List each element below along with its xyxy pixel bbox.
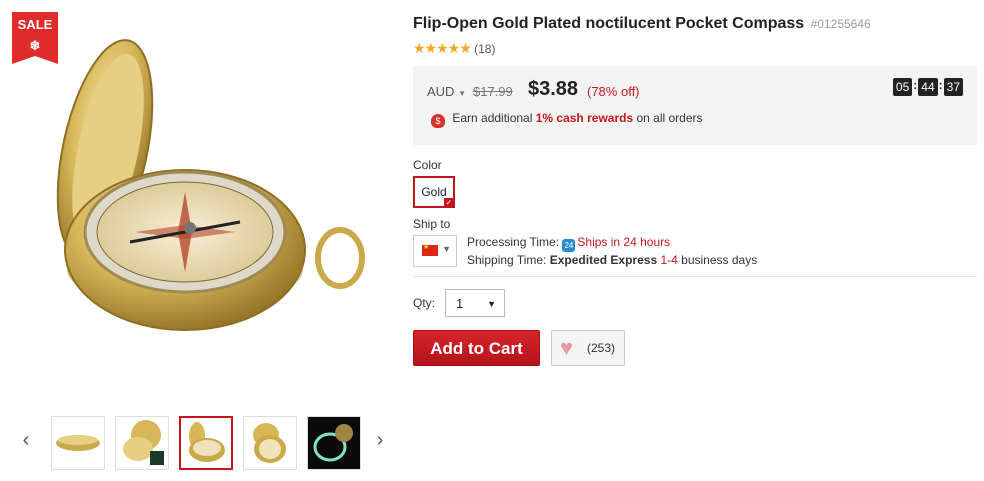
wishlist-count: (253) <box>587 341 616 355</box>
thumbnail-4[interactable] <box>243 416 297 470</box>
shipping-method: Expedited Express <box>549 253 658 267</box>
cash-rewards: $ Earn additional 1% cash rewards on all… <box>431 111 703 128</box>
thumbnail-strip: ‹ › <box>0 410 400 470</box>
caret-down-icon: ▼ <box>458 89 466 98</box>
currency-label: AUD <box>427 84 455 99</box>
processing-time-row: Processing Time: 24 Ships in 24 hours <box>467 234 757 252</box>
cash-text-post: on all orders <box>633 111 703 125</box>
processing-value: Ships in 24 hours <box>577 235 671 249</box>
timer-hours: 05 <box>892 78 913 96</box>
shipping-time-row: Shipping Time: Expedited Express 1-4 bus… <box>467 252 757 268</box>
timer-minutes: 44 <box>918 78 938 96</box>
product-name: Flip-Open Gold Plated noctilucent Pocket… <box>413 15 805 32</box>
snowflake-icon: ❄ <box>29 38 41 53</box>
product-sku: #01255646 <box>810 17 871 31</box>
shipping-info: Processing Time: 24 Ships in 24 hours Shi… <box>467 234 757 268</box>
product-main-image[interactable] <box>10 10 394 350</box>
thumbnail-3[interactable] <box>179 416 233 470</box>
review-count[interactable]: (18) <box>474 42 495 56</box>
chevron-right-icon[interactable]: › <box>372 430 388 450</box>
product-title: Flip-Open Gold Plated noctilucent Pocket… <box>413 15 871 33</box>
shipping-label: Shipping Time: <box>467 253 547 267</box>
money-bag-icon: $ <box>431 114 445 128</box>
timer-seconds: 37 <box>943 78 963 96</box>
ship-to-country-selector[interactable]: ▼ <box>413 235 457 267</box>
ship-to-label: Ship to <box>413 217 451 231</box>
sale-label: SALE <box>17 17 53 32</box>
quantity-select[interactable]: 1 ▼ <box>445 289 505 317</box>
add-to-cart-button[interactable]: Add to Cart <box>413 330 540 366</box>
current-price: $3.88 <box>528 78 579 100</box>
thumbnail-5[interactable] <box>307 416 361 470</box>
divider <box>413 276 977 277</box>
caret-down-icon: ▼ <box>442 244 451 254</box>
currency-selector[interactable]: AUD ▼ <box>427 84 466 99</box>
shipping-suffix: business days <box>677 253 758 267</box>
qty-label: Qty: <box>413 296 436 310</box>
product-gallery: SALE ❄ ‹ › <box>0 0 400 481</box>
chevron-left-icon[interactable]: ‹ <box>18 430 34 450</box>
thumbnail-1[interactable] <box>51 416 105 470</box>
cash-highlight: 1% cash rewards <box>535 111 634 125</box>
caret-down-icon: ▼ <box>487 299 496 309</box>
product-info: Flip-Open Gold Plated noctilucent Pocket… <box>413 0 984 481</box>
thumbnail-2[interactable] <box>115 416 169 470</box>
discount-percent: (78% off) <box>587 84 640 99</box>
star-rating-icon: ★★★★★ <box>413 40 472 56</box>
color-label: Color <box>413 158 442 172</box>
processing-label: Processing Time: <box>467 235 560 249</box>
shipping-days: 1-4 <box>660 253 678 267</box>
sale-badge: SALE ❄ <box>12 12 58 64</box>
heart-icon: ♥ <box>560 335 574 360</box>
quantity-value: 1 <box>456 296 464 311</box>
countdown-timer: 05: 44: 37 <box>892 78 963 96</box>
cash-text-pre: Earn additional <box>452 111 536 125</box>
product-rating[interactable]: ★★★★★ (18) <box>413 40 495 57</box>
original-price: $17.99 <box>473 84 513 99</box>
color-option-gold[interactable]: Gold <box>413 176 455 208</box>
price-box: AUD ▼ $17.99 $3.88 (78% off) 05: 44: 37 … <box>413 66 977 145</box>
24h-icon: 24 <box>562 239 576 252</box>
wishlist-button[interactable]: ♥ (253) <box>551 330 625 366</box>
china-flag-icon <box>422 243 438 256</box>
